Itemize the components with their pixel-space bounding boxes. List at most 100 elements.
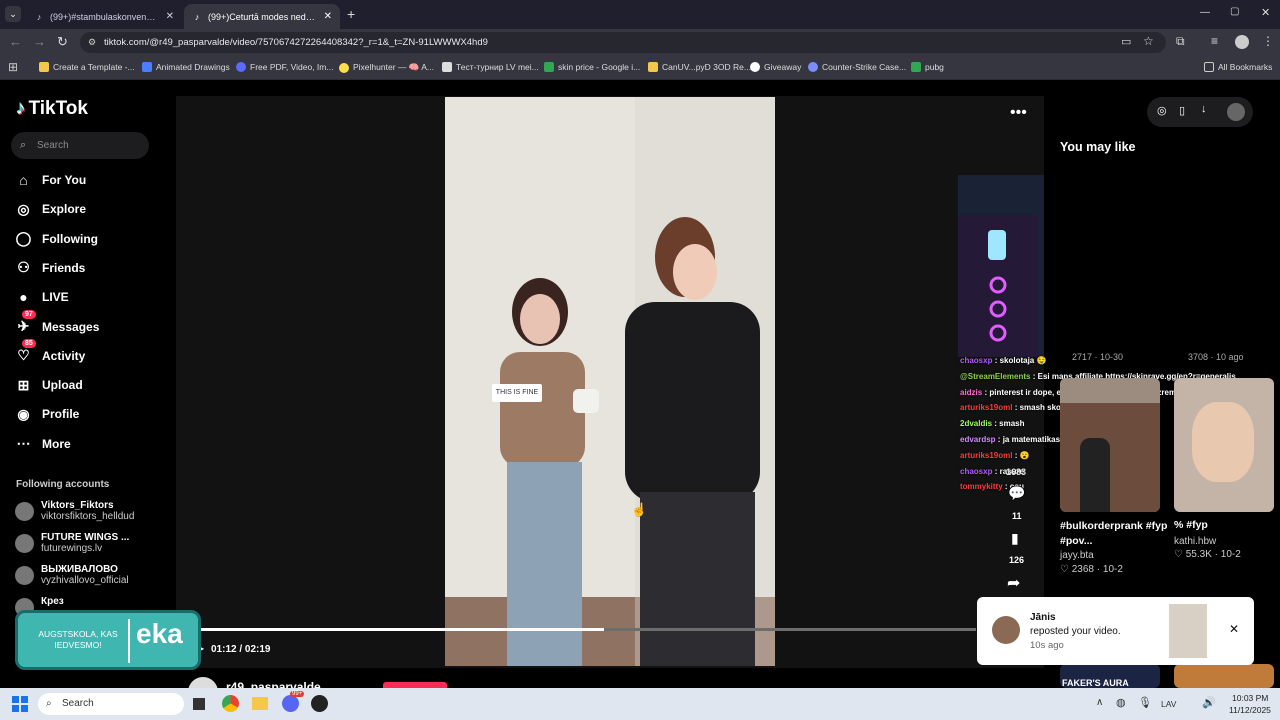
obs-icon[interactable]: [311, 695, 328, 712]
tab-active-video[interactable]: ♪ (99+)Ceturtā modes nedēļas di ✕: [184, 4, 340, 29]
card-author[interactable]: kathi.hbw: [1174, 536, 1216, 547]
author-name[interactable]: r49_pasparvalde: [226, 680, 321, 688]
windows-taskbar: ⌕ Search 99+ ∧ ◍ 🎙 LAV 🔊 10:03 PM 11/12/2…: [0, 688, 1280, 720]
bookmark-item[interactable]: CanUV...pyD 3OD Re...: [648, 62, 751, 72]
close-window-icon[interactable]: ✕: [1261, 6, 1270, 19]
back-icon[interactable]: ←: [9, 34, 22, 49]
chrome-menu-icon[interactable]: ⋮: [1262, 34, 1274, 48]
sidebar-item-friends[interactable]: ⚇ Friends: [14, 257, 85, 279]
language-indicator[interactable]: LAV: [1161, 699, 1176, 709]
search-input[interactable]: ⌕ Search: [11, 132, 149, 159]
sidebar-item-explore[interactable]: ◎ Explore: [14, 198, 86, 220]
following-accounts-title: Following accounts: [16, 479, 110, 490]
sidebar-item-upload[interactable]: ⊞ Upload: [14, 374, 83, 396]
microphone-icon[interactable]: 🎙: [1138, 696, 1152, 709]
bookmark-item[interactable]: Тест-турнир LV mei...: [442, 62, 539, 72]
tiktok-logo[interactable]: ♪ TikTok: [16, 98, 88, 120]
more-options-icon[interactable]: •••: [1010, 104, 1027, 122]
card-title[interactable]: #bulkorderprank #fyp #pov...: [1060, 519, 1170, 549]
sidebar-item-profile[interactable]: ◉ Profile: [14, 403, 79, 425]
bookmark-item[interactable]: Free PDF, Video, Im...: [236, 62, 333, 72]
card-thumbnail-face: [1192, 402, 1254, 482]
url-field[interactable]: ⚙ tiktok.com/@r49_pasparvalde/video/7570…: [80, 32, 1166, 53]
new-tab-icon[interactable]: +: [347, 6, 355, 22]
following-account[interactable]: Viktors_Fiktors viktorsfiktors_helldud: [15, 500, 134, 522]
partial-stat: 3708 · 10 ago: [1188, 352, 1244, 362]
tiktok-note-icon: ♪: [16, 98, 26, 119]
bookmark-item[interactable]: Pixelhunter — 🧠 A...: [339, 62, 434, 73]
recommended-video-card[interactable]: [1174, 664, 1274, 688]
profile-avatar[interactable]: [1235, 35, 1249, 49]
tab-stambulaskonvencija[interactable]: ♪ (99+)#stambulaskonvencija | Ti ✕: [26, 4, 182, 29]
minimize-icon[interactable]: —: [1200, 7, 1210, 18]
clock-date[interactable]: 11/12/2025: [1229, 705, 1271, 715]
reload-icon[interactable]: ↻: [57, 34, 68, 50]
speaker-icon[interactable]: 🔊: [1202, 696, 1216, 709]
sidebar-item-for-you[interactable]: ⌂ For You: [14, 169, 86, 191]
bookmark-icon[interactable]: ▮: [1011, 530, 1019, 547]
discord-icon[interactable]: [282, 695, 299, 712]
video-frame[interactable]: THIS IS FINE: [445, 97, 775, 666]
card-author[interactable]: jayy.bta: [1060, 550, 1094, 561]
close-notification-icon[interactable]: ✕: [1229, 622, 1239, 636]
speed-icon[interactable]: ◎: [1157, 104, 1167, 117]
network-icon[interactable]: ◍: [1116, 696, 1126, 709]
card-title[interactable]: % #fyp: [1174, 519, 1274, 531]
download-icon[interactable]: ↓: [1201, 103, 1207, 115]
all-bookmarks[interactable]: All Bookmarks: [1204, 62, 1272, 72]
sidebar-item-messages[interactable]: ✈ 97 Messages: [14, 310, 99, 338]
share-icon[interactable]: ➦: [1007, 573, 1020, 593]
media-control-icon[interactable]: ≡: [1211, 34, 1218, 48]
video-progress-track[interactable]: [200, 628, 976, 631]
following-account[interactable]: FUTURE WINGS ... futurewings.lv: [15, 532, 129, 554]
taskbar-search[interactable]: ⌕ Search: [38, 693, 184, 715]
video-scene-illustration: [445, 97, 775, 666]
task-view-icon[interactable]: [193, 698, 205, 710]
extensions-icon[interactable]: ⧉: [1176, 34, 1185, 49]
bookmark-item[interactable]: skin price - Google i...: [544, 62, 640, 72]
windows-start-icon[interactable]: [12, 696, 28, 712]
following-account[interactable]: ВЫЖИВАЛОВО vyzhivallovo_official: [15, 564, 129, 586]
video-time: 01:12 / 02:19: [211, 644, 271, 655]
chat-message: : ja matematikas: [995, 435, 1061, 444]
forward-icon[interactable]: →: [33, 34, 46, 49]
close-tab-icon[interactable]: ✕: [324, 11, 332, 22]
bookmarks-bar: ⊞ Create a Template -... Animated Drawin…: [0, 55, 1280, 80]
avatar: [15, 566, 34, 585]
user-avatar[interactable]: [1227, 103, 1245, 121]
promo-text: AUGSTSKOLA, KAS IEDVESMO!: [38, 629, 118, 650]
apps-grid-icon[interactable]: ⊞: [8, 60, 18, 74]
recommended-video-card[interactable]: [1174, 378, 1274, 512]
phone-icon[interactable]: ▯: [1179, 104, 1185, 117]
comment-icon[interactable]: 💬: [1008, 485, 1025, 502]
bookmark-item[interactable]: Animated Drawings: [142, 62, 230, 72]
recommended-video-card[interactable]: [1060, 378, 1160, 512]
bookmark-icon: [142, 62, 152, 72]
bookmark-icon: [648, 62, 658, 72]
card-thumbnail: [1060, 403, 1160, 512]
recommended-video-card[interactable]: FAKER'S AURA: [1060, 664, 1160, 688]
clock-time[interactable]: 10:03 PM: [1232, 693, 1268, 703]
site-info-icon[interactable]: ⚙: [88, 32, 96, 53]
repost-notification[interactable]: Jānis reposted your video. 10s ago ✕: [977, 597, 1254, 665]
bookmark-star-icon[interactable]: ☆: [1143, 34, 1154, 48]
chrome-icon[interactable]: [222, 695, 239, 712]
card-meta: ♡ 2368 · 10-2: [1060, 564, 1123, 575]
close-tab-icon[interactable]: ✕: [166, 11, 174, 22]
bookmark-item[interactable]: Giveaway: [750, 62, 801, 72]
tab-list-dropdown[interactable]: ⌄: [5, 6, 21, 22]
sidebar-item-more[interactable]: ⋯ More: [14, 433, 71, 455]
sidebar-item-following[interactable]: ◯ Following: [14, 228, 98, 250]
restore-icon[interactable]: ▢: [1230, 6, 1239, 17]
bookmark-item[interactable]: Counter-Strike Case...: [808, 62, 906, 72]
sidebar-item-label: Following: [42, 231, 98, 246]
bookmark-item[interactable]: pubg: [911, 62, 944, 72]
chat-message: : skolotaja 🤤: [992, 356, 1047, 365]
bookmark-item[interactable]: Create a Template -...: [39, 62, 135, 72]
file-explorer-icon[interactable]: [252, 697, 268, 710]
account-handle: futurewings.lv: [41, 543, 103, 554]
tray-chevron-icon[interactable]: ∧: [1096, 697, 1103, 708]
sidebar-item-activity[interactable]: ♡ 85 Activity: [14, 339, 85, 367]
cast-icon[interactable]: ▭: [1121, 35, 1131, 48]
sidebar-item-live[interactable]: ● LIVE: [14, 286, 68, 308]
